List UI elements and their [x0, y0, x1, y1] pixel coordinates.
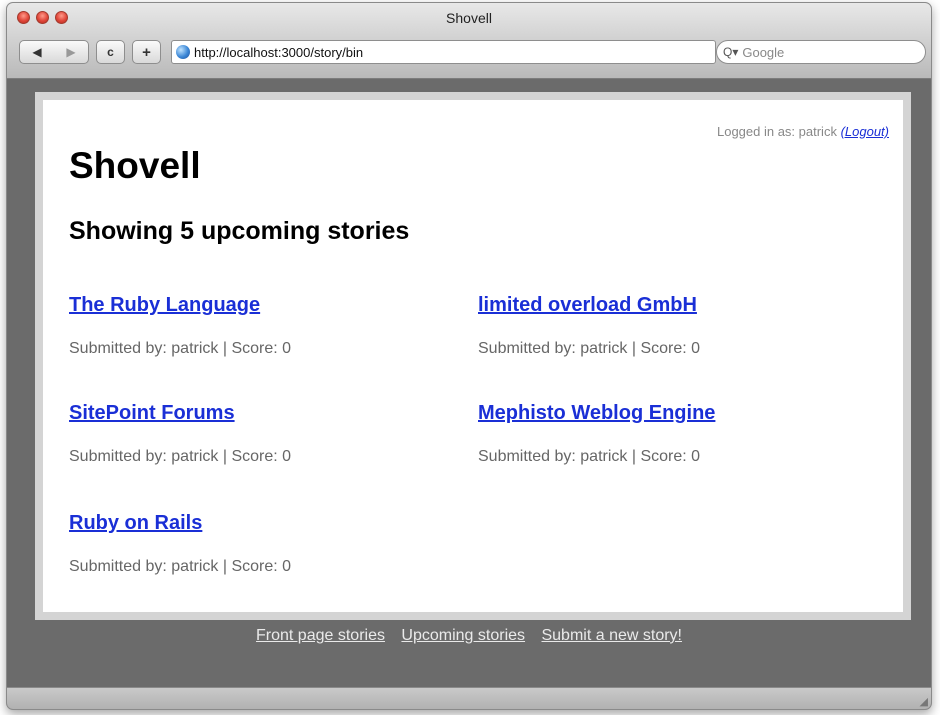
story-title-link[interactable]: Mephisto Weblog Engine — [478, 402, 715, 424]
reload-button[interactable]: c — [96, 40, 125, 64]
window-statusbar: ◢ — [7, 687, 931, 709]
story-title-link[interactable]: Ruby on Rails — [69, 512, 202, 534]
window-title: Shovell — [446, 10, 492, 26]
content-box: Logged in as: patrick (Logout) Shovell S… — [43, 100, 903, 612]
page-heading: Showing 5 upcoming stories — [69, 217, 410, 245]
site-title: Shovell — [69, 145, 201, 186]
globe-icon — [176, 45, 190, 59]
story-meta: Submitted by: patrick | Score: 0 — [478, 340, 701, 357]
window-titlebar: Shovell ◀ ▶ c + http://localhost:3000/st… — [7, 3, 931, 79]
story-title-link[interactable]: SitePoint Forums — [69, 402, 235, 424]
search-field[interactable]: Q▾ Google — [716, 40, 926, 64]
front-page-link[interactable]: Front page stories — [256, 627, 385, 644]
story-meta: Submitted by: patrick | Score: 0 — [69, 340, 292, 357]
reload-icon: c — [107, 45, 114, 59]
back-forward-buttons[interactable]: ◀ ▶ — [19, 40, 89, 64]
login-text: Logged in as: patrick — [716, 124, 837, 139]
browser-window: Shovell ◀ ▶ c + http://localhost:3000/st… — [6, 2, 932, 710]
plus-icon: + — [142, 43, 151, 61]
story-item: The Ruby Language Submitted by: patrick … — [69, 294, 291, 357]
search-icon[interactable]: Q▾ — [723, 45, 738, 59]
address-bar[interactable]: http://localhost:3000/story/bin — [171, 40, 716, 64]
story-title-link[interactable]: limited overload GmbH — [478, 294, 697, 316]
search-placeholder[interactable]: Google — [742, 45, 784, 60]
page-content: Logged in as: patrick (Logout) Shovell S… — [35, 92, 911, 620]
story-item: Ruby on Rails Submitted by: patrick | Sc… — [69, 512, 291, 575]
url-text[interactable]: http://localhost:3000/story/bin — [194, 45, 363, 60]
submit-story-link[interactable]: Submit a new story! — [541, 627, 682, 644]
story-item: SitePoint Forums Submitted by: patrick |… — [69, 402, 291, 465]
story-meta: Submitted by: patrick | Score: 0 — [69, 448, 292, 465]
story-meta: Submitted by: patrick | Score: 0 — [69, 558, 292, 575]
story-item: Mephisto Weblog Engine Submitted by: pat… — [478, 402, 715, 465]
logout-link[interactable]: (Logout) — [841, 124, 889, 139]
footer-nav: Front page stories Upcoming stories Subm… — [7, 627, 931, 645]
story-title-link[interactable]: The Ruby Language — [69, 294, 260, 316]
story-meta: Submitted by: patrick | Score: 0 — [478, 448, 701, 465]
login-status: Logged in as: patrick (Logout) — [717, 124, 889, 139]
forward-arrow-icon[interactable]: ▶ — [66, 45, 75, 59]
upcoming-stories-link[interactable]: Upcoming stories — [401, 627, 525, 644]
back-arrow-icon[interactable]: ◀ — [32, 45, 41, 59]
add-bookmark-button[interactable]: + — [132, 40, 161, 64]
story-item: limited overload GmbH Submitted by: patr… — [478, 294, 700, 357]
resize-grip-icon[interactable]: ◢ — [920, 695, 928, 708]
